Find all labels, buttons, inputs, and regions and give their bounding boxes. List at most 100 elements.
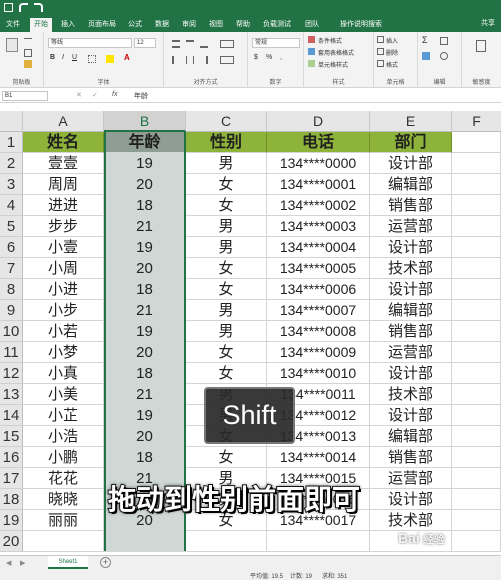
tab-insert[interactable]: 插入 bbox=[57, 18, 79, 32]
cell-gender[interactable]: 女 bbox=[186, 258, 267, 279]
cell-name[interactable]: 晓晓 bbox=[23, 489, 104, 510]
cell-dept[interactable]: 技术部 bbox=[370, 384, 452, 405]
cell-age[interactable]: 21 bbox=[104, 300, 186, 321]
tab-team[interactable]: 团队 bbox=[301, 18, 323, 32]
cell-gender[interactable]: 女 bbox=[186, 363, 267, 384]
cut-icon[interactable] bbox=[24, 38, 32, 46]
cell-phone[interactable]: 134****0010 bbox=[267, 363, 370, 384]
cell-gender[interactable]: 女 bbox=[186, 279, 267, 300]
insert-function-icon[interactable]: fx bbox=[112, 91, 117, 98]
cell-age[interactable] bbox=[104, 531, 186, 552]
percent-icon[interactable]: % bbox=[266, 54, 272, 61]
cell-empty[interactable] bbox=[452, 237, 501, 258]
column-header-e[interactable]: E bbox=[370, 111, 452, 132]
copy-icon[interactable] bbox=[24, 49, 32, 57]
cell-age[interactable]: 19 bbox=[104, 153, 186, 174]
cell-name[interactable]: 进进 bbox=[23, 195, 104, 216]
cell-empty[interactable] bbox=[452, 342, 501, 363]
cell-phone[interactable]: 134****0014 bbox=[267, 447, 370, 468]
header-cell-dept[interactable]: 部门 bbox=[370, 132, 452, 153]
share-button[interactable]: 共享 bbox=[481, 18, 495, 28]
cell-empty[interactable] bbox=[452, 195, 501, 216]
fill-icon[interactable] bbox=[422, 52, 430, 60]
cell-empty[interactable] bbox=[452, 468, 501, 489]
format-button[interactable]: 格式 bbox=[386, 60, 398, 69]
font-name-select[interactable]: 等线 bbox=[48, 38, 132, 48]
bold-button[interactable]: B bbox=[50, 54, 55, 61]
merge-center-icon[interactable] bbox=[220, 56, 234, 64]
currency-icon[interactable]: $ bbox=[254, 54, 258, 61]
cell-empty[interactable] bbox=[452, 216, 501, 237]
cell-name[interactable]: 花花 bbox=[23, 468, 104, 489]
row-header[interactable]: 17 bbox=[0, 468, 23, 489]
tell-me-search[interactable]: 操作说明搜索 bbox=[336, 18, 386, 32]
cell-dept[interactable]: 编辑部 bbox=[370, 174, 452, 195]
row-header[interactable]: 2 bbox=[0, 153, 23, 174]
format-as-table-button[interactable]: 套用表格格式 bbox=[318, 48, 354, 57]
cell-dept[interactable]: 编辑部 bbox=[370, 300, 452, 321]
cell-gender[interactable]: 男 bbox=[186, 153, 267, 174]
fill-color-icon[interactable] bbox=[106, 55, 114, 63]
find-select-icon[interactable] bbox=[440, 52, 448, 60]
cell-name[interactable]: 小真 bbox=[23, 363, 104, 384]
cell-empty[interactable] bbox=[452, 489, 501, 510]
cell-dept[interactable]: 销售部 bbox=[370, 195, 452, 216]
redo-icon[interactable] bbox=[34, 3, 43, 12]
tab-view[interactable]: 视图 bbox=[205, 18, 227, 32]
cell-empty[interactable] bbox=[452, 405, 501, 426]
wrap-text-icon[interactable] bbox=[220, 40, 234, 48]
undo-icon[interactable] bbox=[19, 3, 28, 12]
row-header[interactable]: 9 bbox=[0, 300, 23, 321]
cell-gender[interactable] bbox=[186, 531, 267, 552]
sort-filter-icon[interactable] bbox=[440, 37, 448, 45]
row-header[interactable]: 6 bbox=[0, 237, 23, 258]
tab-formulas[interactable]: 公式 bbox=[124, 18, 146, 32]
row-header[interactable]: 19 bbox=[0, 510, 23, 531]
cell-empty[interactable] bbox=[452, 153, 501, 174]
font-size-select[interactable]: 12 bbox=[134, 38, 156, 48]
cell-age[interactable]: 18 bbox=[104, 447, 186, 468]
cell-phone[interactable]: 134****0006 bbox=[267, 279, 370, 300]
cell-dept[interactable]: 运营部 bbox=[370, 468, 452, 489]
row-header[interactable]: 16 bbox=[0, 447, 23, 468]
conditional-format-button[interactable]: 条件格式 bbox=[318, 36, 342, 45]
autosum-icon[interactable]: Σ bbox=[422, 35, 428, 45]
align-left-icon[interactable] bbox=[172, 56, 180, 64]
header-cell-gender[interactable]: 性别 bbox=[186, 132, 267, 153]
cell-dept[interactable]: 运营部 bbox=[370, 216, 452, 237]
border-icon[interactable] bbox=[88, 55, 96, 63]
cell-dept[interactable]: 销售部 bbox=[370, 321, 452, 342]
cell-gender[interactable]: 女 bbox=[186, 195, 267, 216]
insert-button[interactable]: 插入 bbox=[386, 36, 398, 45]
cell-name[interactable]: 小进 bbox=[23, 279, 104, 300]
cell-empty[interactable] bbox=[452, 447, 501, 468]
sheet-tab[interactable]: Sheet1 bbox=[48, 556, 88, 569]
paste-icon[interactable] bbox=[6, 38, 18, 52]
cell-age[interactable]: 19 bbox=[104, 321, 186, 342]
align-middle-icon[interactable] bbox=[186, 40, 194, 48]
header-cell-name[interactable]: 姓名 bbox=[23, 132, 104, 153]
cell-name[interactable]: 小鹏 bbox=[23, 447, 104, 468]
cell-name[interactable] bbox=[23, 531, 104, 552]
row-header[interactable]: 12 bbox=[0, 363, 23, 384]
cell-dept[interactable]: 技术部 bbox=[370, 258, 452, 279]
row-header[interactable]: 4 bbox=[0, 195, 23, 216]
cell-gender[interactable]: 男 bbox=[186, 321, 267, 342]
cell-age[interactable]: 19 bbox=[104, 405, 186, 426]
cell-name[interactable]: 小壹 bbox=[23, 237, 104, 258]
cell-phone[interactable]: 134****0003 bbox=[267, 216, 370, 237]
sensitivity-icon[interactable] bbox=[476, 40, 486, 52]
cell-empty[interactable] bbox=[452, 426, 501, 447]
italic-button[interactable]: I bbox=[62, 54, 64, 61]
column-header-c[interactable]: C bbox=[186, 111, 267, 132]
row-header[interactable]: 14 bbox=[0, 405, 23, 426]
tab-file[interactable]: 文件 bbox=[2, 18, 24, 32]
row-header[interactable]: 1 bbox=[0, 132, 23, 153]
cell-dept[interactable]: 编辑部 bbox=[370, 426, 452, 447]
cell-empty[interactable] bbox=[452, 279, 501, 300]
tab-review[interactable]: 审阅 bbox=[178, 18, 200, 32]
cell-dept[interactable]: 设计部 bbox=[370, 405, 452, 426]
row-header[interactable]: 5 bbox=[0, 216, 23, 237]
cell-phone[interactable]: 134****0009 bbox=[267, 342, 370, 363]
align-center-icon[interactable] bbox=[186, 56, 194, 64]
